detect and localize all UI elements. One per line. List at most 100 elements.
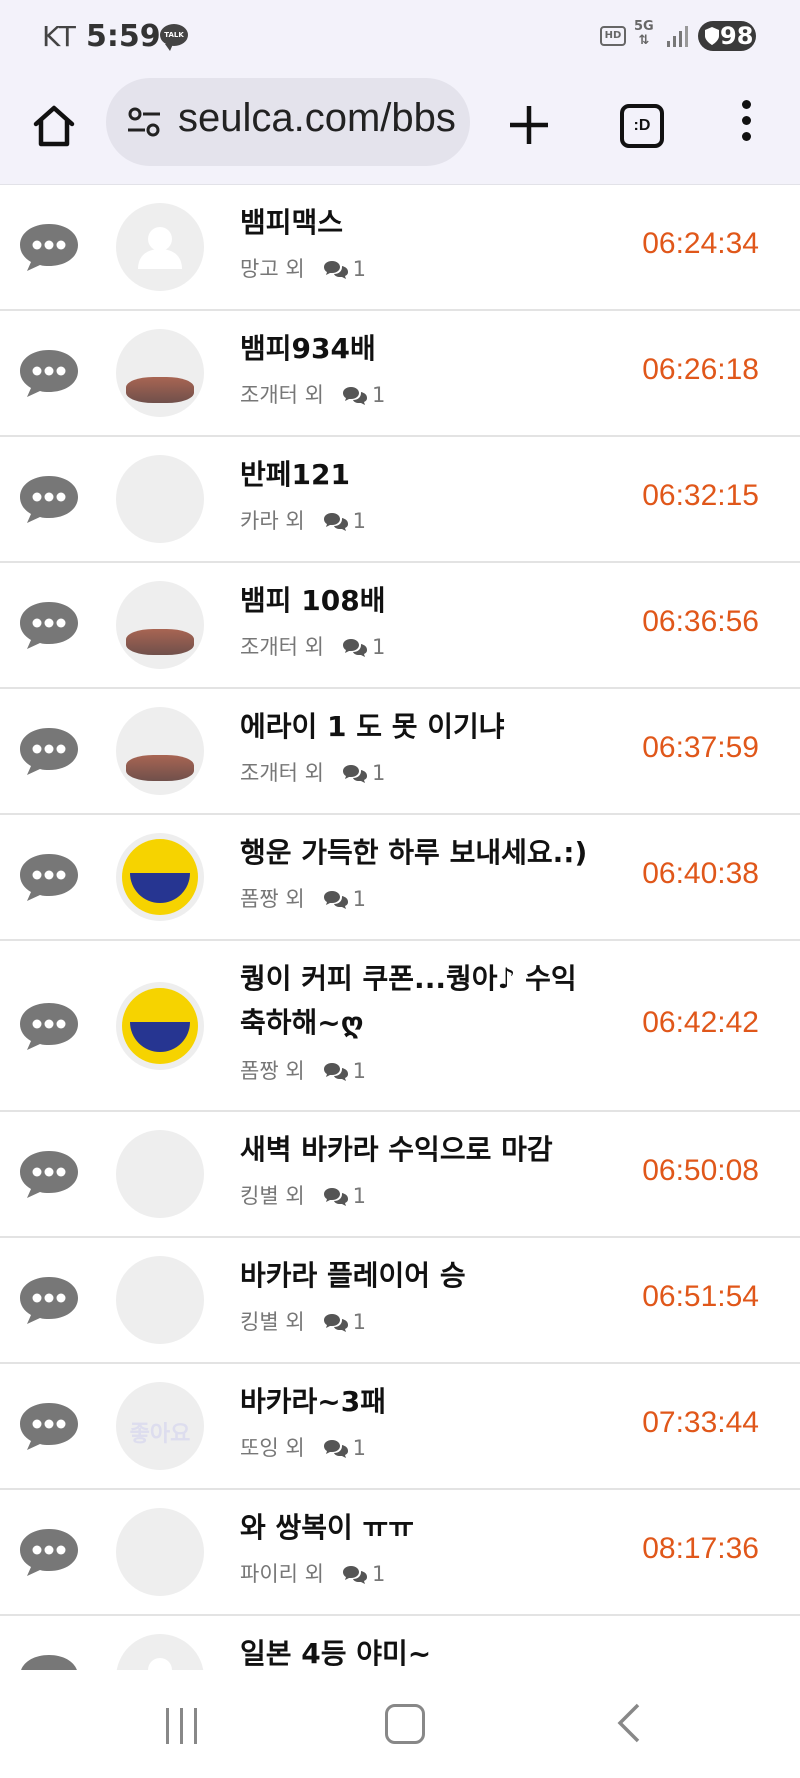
author-label: 조개터 외 — [240, 383, 324, 407]
comment-count: 1 — [352, 1436, 367, 1460]
author-label: 킹별 외 — [240, 1184, 305, 1208]
comment-count-icon — [342, 764, 368, 784]
post-meta: 카라 외 1 — [240, 505, 366, 535]
post-meta: 조개터 외 1 — [240, 379, 385, 409]
comment-count: 1 — [352, 1059, 367, 1083]
comment-count: 1 — [371, 1562, 386, 1586]
post-meta: 망고 외 1 — [240, 253, 366, 283]
post-time: 06:37:59 — [642, 731, 759, 764]
comment-count-icon — [323, 260, 349, 280]
author-label: 파이리 외 — [240, 1562, 324, 1586]
post-row[interactable]: 반페121 카라 외 1 06:32:15 — [0, 437, 800, 563]
home-icon[interactable] — [30, 102, 78, 150]
post-title[interactable]: 에라이 1 도 못 이기냐 — [240, 705, 600, 749]
comment-count: 1 — [352, 509, 367, 533]
post-title[interactable]: 일본 4등 야미~ — [240, 1632, 600, 1670]
post-row[interactable]: 새벽 바카라 수익으로 마감킹별 외 1 06:50:08 — [0, 1112, 800, 1238]
post-row[interactable]: 퀑이 커피 쿠폰...퀑아♪ 수익 축하해~ღ 폼짱 외 1 06:42:42 — [0, 941, 800, 1112]
post-title[interactable]: 행운 가득한 하루 보내세요.:) — [240, 831, 600, 875]
battery-percent: 98 — [720, 22, 754, 50]
address-bar[interactable]: seulca.com/bbs — [106, 78, 470, 166]
post-meta: 파이리 외 1 — [240, 1558, 385, 1588]
chat-bubble-icon — [17, 1000, 81, 1052]
post-title[interactable]: 뱀피934배 — [240, 327, 600, 371]
author-label: 킹별 외 — [240, 1310, 305, 1334]
post-row[interactable]: 뱀피934배조개터 외 1 06:26:18 — [0, 311, 800, 437]
post-title[interactable]: 반페121 — [240, 453, 600, 497]
post-title[interactable]: 새벽 바카라 수익으로 마감 — [240, 1128, 600, 1172]
tab-switcher-button[interactable]: :D — [620, 104, 664, 148]
back-icon[interactable] — [612, 1702, 646, 1744]
hd-voice-icon: HD — [600, 26, 626, 46]
post-time: 06:50:08 — [642, 1154, 759, 1187]
author-label: 조개터 외 — [240, 635, 324, 659]
author-label: 폼짱 외 — [240, 887, 305, 911]
post-meta: 킹별 외 1 — [240, 1180, 366, 1210]
post-title[interactable]: 뱀피 108배 — [240, 579, 600, 623]
clock-time: 5:59 — [86, 19, 161, 54]
author-label: 폼짱 외 — [240, 1059, 305, 1083]
comment-count-icon — [323, 1313, 349, 1333]
post-meta: 조개터 외 1 — [240, 631, 385, 661]
avatar — [116, 833, 204, 921]
system-navigation-bar — [0, 1670, 800, 1778]
browser-toolbar: seulca.com/bbs :D — [0, 74, 800, 186]
comment-count-icon — [323, 1187, 349, 1207]
site-settings-icon[interactable] — [126, 104, 162, 140]
post-row[interactable]: 와 쌍복이 ㅠㅠ 파이리 외 1 08:17:36 — [0, 1490, 800, 1616]
chat-bubble-icon — [17, 1400, 81, 1452]
post-time: 06:26:18 — [642, 353, 759, 386]
avatar — [116, 203, 204, 291]
post-row[interactable]: 좋아요 바카라~3패 또잉 외 1 07:33:44 — [0, 1364, 800, 1490]
chat-bubble-icon — [17, 1526, 81, 1578]
comment-count-icon — [323, 890, 349, 910]
chat-bubble-icon — [17, 221, 81, 273]
post-row[interactable]: 일본 4등 야미~ — [0, 1616, 800, 1670]
shield-icon — [705, 27, 719, 45]
post-list: 뱀피맥스 망고 외 1 06:24:34 뱀피934배 조개터 외 1 06:26:18 반페1… — [0, 185, 800, 1670]
comment-count-icon — [323, 1062, 349, 1082]
comment-count: 1 — [352, 1184, 367, 1208]
kakaotalk-notification-icon: TALK — [160, 24, 188, 51]
post-title[interactable]: 퀑이 커피 쿠폰...퀑아♪ 수익 축하해~ღ — [240, 957, 600, 1045]
avatar — [116, 1130, 204, 1218]
comment-count: 1 — [352, 887, 367, 911]
post-time: 06:36:56 — [642, 605, 759, 638]
new-tab-plus-icon[interactable] — [506, 102, 552, 148]
post-row[interactable]: 뱀피맥스 망고 외 1 06:24:34 — [0, 185, 800, 311]
post-row[interactable]: 바카라 플레이어 승킹별 외 1 06:51:54 — [0, 1238, 800, 1364]
post-meta: 킹별 외 1 — [240, 1306, 366, 1336]
chat-bubble-icon — [17, 347, 81, 399]
avatar — [116, 981, 204, 1070]
post-time: 06:51:54 — [642, 1280, 759, 1313]
author-label: 조개터 외 — [240, 761, 324, 785]
post-row[interactable]: 뱀피 108배조개터 외 1 06:36:56 — [0, 563, 800, 689]
post-title[interactable]: 바카라~3패 — [240, 1380, 600, 1424]
post-title[interactable]: 바카라 플레이어 승 — [240, 1254, 600, 1298]
post-title[interactable]: 와 쌍복이 ㅠㅠ — [240, 1506, 600, 1550]
status-bar: KT 5:59 TALK HD 5G ⇅ 98 — [0, 0, 800, 74]
comment-count: 1 — [371, 383, 386, 407]
post-row[interactable]: 행운 가득한 하루 보내세요.:) 폼짱 외 1 06:40:38 — [0, 815, 800, 941]
comment-count: 1 — [371, 635, 386, 659]
post-meta: 폼짱 외 1 — [240, 1055, 366, 1085]
recent-apps-icon[interactable] — [162, 1708, 202, 1744]
comment-count-icon — [323, 1439, 349, 1459]
comment-count: 1 — [352, 1310, 367, 1334]
post-meta: 폼짱 외 1 — [240, 883, 366, 913]
overflow-menu-icon[interactable] — [736, 100, 756, 148]
avatar — [116, 1256, 204, 1344]
avatar — [116, 581, 204, 669]
post-title[interactable]: 뱀피맥스 — [240, 201, 600, 245]
battery-indicator: 98 — [698, 21, 756, 51]
post-meta: 조개터 외 1 — [240, 757, 385, 787]
avatar — [116, 1508, 204, 1596]
avatar — [116, 1634, 204, 1670]
home-button-icon[interactable] — [385, 1704, 425, 1744]
post-time: 07:33:44 — [642, 1406, 759, 1439]
chat-bubble-icon — [17, 599, 81, 651]
chat-bubble-icon — [17, 1274, 81, 1326]
chat-bubble-icon — [17, 473, 81, 525]
post-row[interactable]: 에라이 1 도 못 이기냐조개터 외 1 06:37:59 — [0, 689, 800, 815]
author-label: 또잉 외 — [240, 1436, 305, 1460]
